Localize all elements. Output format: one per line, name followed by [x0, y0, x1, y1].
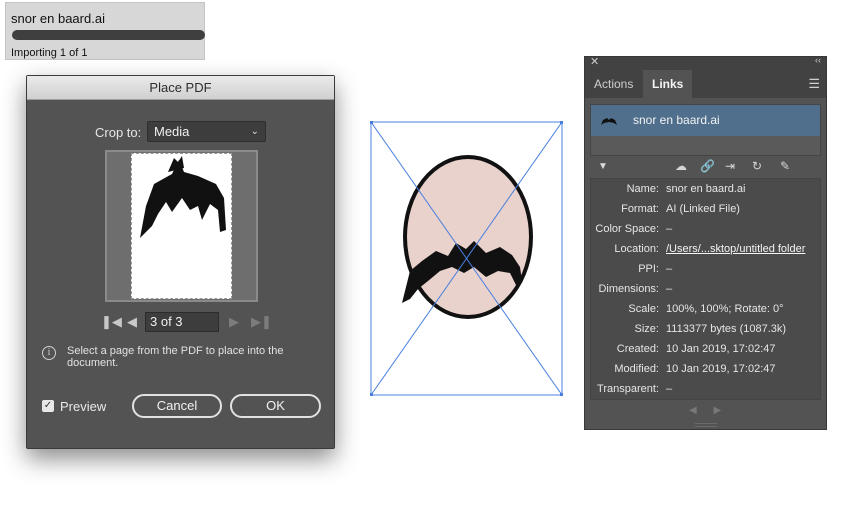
info-key: Dimensions:	[598, 283, 659, 295]
import-filename: snor en baard.ai	[11, 11, 105, 26]
chevron-down-icon: ⌄	[250, 126, 259, 137]
info-row-created: Created: 10 Jan 2019, 17:02:47	[591, 343, 822, 359]
import-status: Importing 1 of 1	[11, 47, 88, 59]
links-toolbar: ▼ ☁ 🔗 ⇥ ↻ ✎	[590, 159, 821, 177]
link-nav-arrows: ◀ ▶	[689, 405, 721, 416]
info-value: 10 Jan 2019, 17:02:47	[666, 343, 776, 355]
info-row-name: Name: snor en baard.ai	[591, 183, 822, 199]
info-text: Select a page from the PDF to place into…	[67, 345, 284, 369]
info-key: Location:	[614, 243, 659, 255]
info-row-location: Location: /Users/...sktop/untitled folde…	[591, 243, 822, 259]
import-progress-box: snor en baard.ai Importing 1 of 1	[5, 2, 205, 60]
page-navigator: ❚◀ ◀ 3 of 3 ▶ ▶❚	[101, 312, 272, 334]
edit-original-icon[interactable]: ✎	[780, 159, 790, 173]
relink-cc-icon[interactable]: ☁	[675, 159, 687, 173]
info-key: Modified:	[614, 363, 659, 375]
ok-button[interactable]: OK	[230, 394, 321, 418]
cancel-button[interactable]: Cancel	[132, 394, 222, 418]
previous-page-icon[interactable]: ◀	[127, 314, 137, 330]
info-value: 1113377 bytes (1087.3k)	[666, 323, 787, 335]
info-value: AI (Linked File)	[666, 203, 740, 215]
show-info-triangle-icon[interactable]: ▼	[598, 161, 608, 172]
hair-thumbnail-image	[140, 156, 226, 238]
info-key: PPI:	[638, 263, 659, 275]
placed-artwork[interactable]	[370, 121, 563, 396]
page-number-field[interactable]: 3 of 3	[145, 312, 219, 332]
info-value: –	[666, 283, 673, 295]
place-pdf-dialog: Place PDF Crop to: Media ⌄ ❚◀ ◀ 3 of 3 ▶…	[26, 75, 335, 449]
link-name: snor en baard.ai	[633, 113, 720, 127]
collapse-panel-icon[interactable]: ‹‹	[815, 55, 821, 65]
update-link-icon[interactable]: ↻	[752, 159, 762, 173]
tab-links[interactable]: Links	[643, 70, 693, 98]
info-icon: i	[42, 346, 56, 360]
info-value: 10 Jan 2019, 17:02:47	[666, 363, 776, 375]
info-row-scale: Scale: 100%, 100%; Rotate: 0°	[591, 303, 822, 319]
next-page-icon[interactable]: ▶	[229, 314, 239, 330]
link-info: Name: snor en baard.ai Format: AI (Linke…	[590, 178, 821, 400]
link-row[interactable]: snor en baard.ai	[591, 105, 820, 136]
info-key: Color Space:	[595, 223, 659, 235]
info-row-color-space: Color Space: –	[591, 223, 822, 239]
info-row-modified: Modified: 10 Jan 2019, 17:02:47	[591, 363, 822, 379]
info-value: snor en baard.ai	[666, 183, 746, 195]
link-thumbnail	[601, 118, 617, 125]
info-value: 100%, 100%; Rotate: 0°	[666, 303, 784, 315]
info-row-size: Size: 1113377 bytes (1087.3k)	[591, 323, 822, 339]
crop-to-label: Crop to:	[95, 125, 142, 140]
first-page-icon[interactable]: ❚◀	[101, 314, 122, 330]
import-progress-bar	[12, 30, 205, 40]
info-value: –	[666, 263, 673, 275]
info-row-format: Format: AI (Linked File)	[591, 203, 822, 219]
crop-to-select[interactable]: Media ⌄	[147, 121, 266, 142]
info-key: Transparent:	[597, 383, 659, 395]
next-link-icon[interactable]: ▶	[713, 405, 721, 416]
crop-to-value: Media	[154, 124, 190, 139]
panel-topbar: ✕ ‹‹	[585, 55, 826, 70]
go-to-link-icon[interactable]: ⇥	[725, 159, 735, 173]
info-row-transparent: Transparent: –	[591, 383, 822, 399]
info-row-ppi: PPI: –	[591, 263, 822, 279]
tab-actions[interactable]: Actions	[585, 70, 642, 98]
dialog-title: Place PDF	[27, 76, 334, 100]
hamburger-menu-icon[interactable]: ☰	[808, 76, 820, 92]
page-thumbnail	[131, 153, 232, 299]
checkmark-icon: ✓	[42, 400, 54, 412]
links-list: snor en baard.ai	[590, 104, 821, 156]
relink-icon[interactable]: 🔗	[700, 159, 715, 173]
info-value: –	[666, 383, 673, 395]
panel-tabs: Actions Links ☰	[585, 70, 826, 98]
info-value: –	[666, 223, 673, 235]
info-key: Scale:	[628, 303, 659, 315]
info-key: Created:	[616, 343, 659, 355]
location-link[interactable]: /Users/...sktop/untitled folder	[666, 243, 805, 255]
info-key: Format:	[621, 203, 659, 215]
info-row-dimensions: Dimensions: –	[591, 283, 822, 299]
info-key: Name:	[626, 183, 659, 195]
preview-label: Preview	[60, 399, 107, 414]
face-illustration	[370, 121, 563, 396]
resize-grip-icon[interactable]	[695, 423, 717, 427]
last-page-icon[interactable]: ▶❚	[251, 314, 272, 330]
info-key: Size:	[634, 323, 659, 335]
close-icon[interactable]: ✕	[590, 55, 599, 68]
page-preview	[105, 150, 258, 302]
previous-link-icon[interactable]: ◀	[689, 405, 697, 416]
links-panel: ✕ ‹‹ Actions Links ☰ snor en baard.ai ▼ …	[584, 55, 827, 430]
